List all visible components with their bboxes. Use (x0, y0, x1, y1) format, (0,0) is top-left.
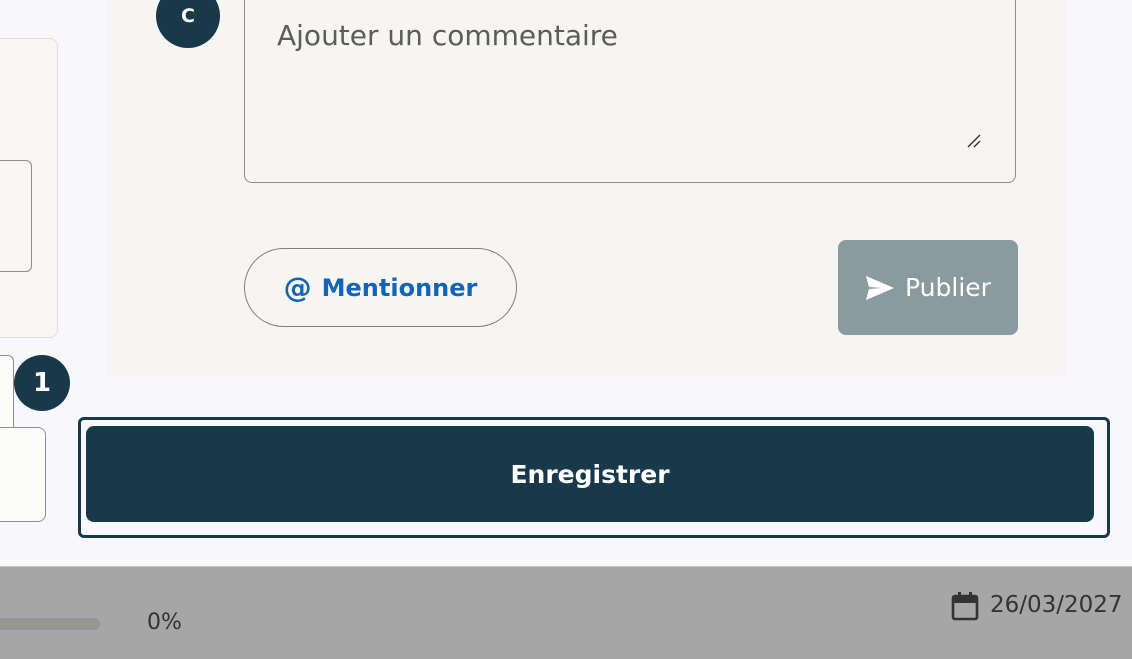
save-button[interactable]: Enregistrer (86, 426, 1094, 522)
mention-label: Mentionner (321, 273, 478, 302)
left-lower-field[interactable] (0, 427, 46, 522)
progress-label: 0% (147, 610, 182, 635)
step-badge: 1 (14, 355, 70, 411)
modal: 1 C @ Mentionner Publier Enregistrer (0, 0, 1132, 566)
due-date: 26/03/2027 (990, 592, 1123, 618)
resize-handle-icon[interactable] (966, 133, 982, 149)
send-icon (866, 275, 895, 300)
left-box (0, 355, 14, 437)
calendar-icon (951, 592, 979, 621)
left-field[interactable] (0, 160, 32, 272)
publish-button[interactable]: Publier (838, 240, 1018, 335)
at-icon: @ (283, 271, 312, 304)
publish-label: Publier (905, 273, 991, 302)
progress-bar (0, 618, 100, 630)
mention-button[interactable]: @ Mentionner (244, 248, 517, 327)
comment-input[interactable] (244, 0, 1016, 183)
